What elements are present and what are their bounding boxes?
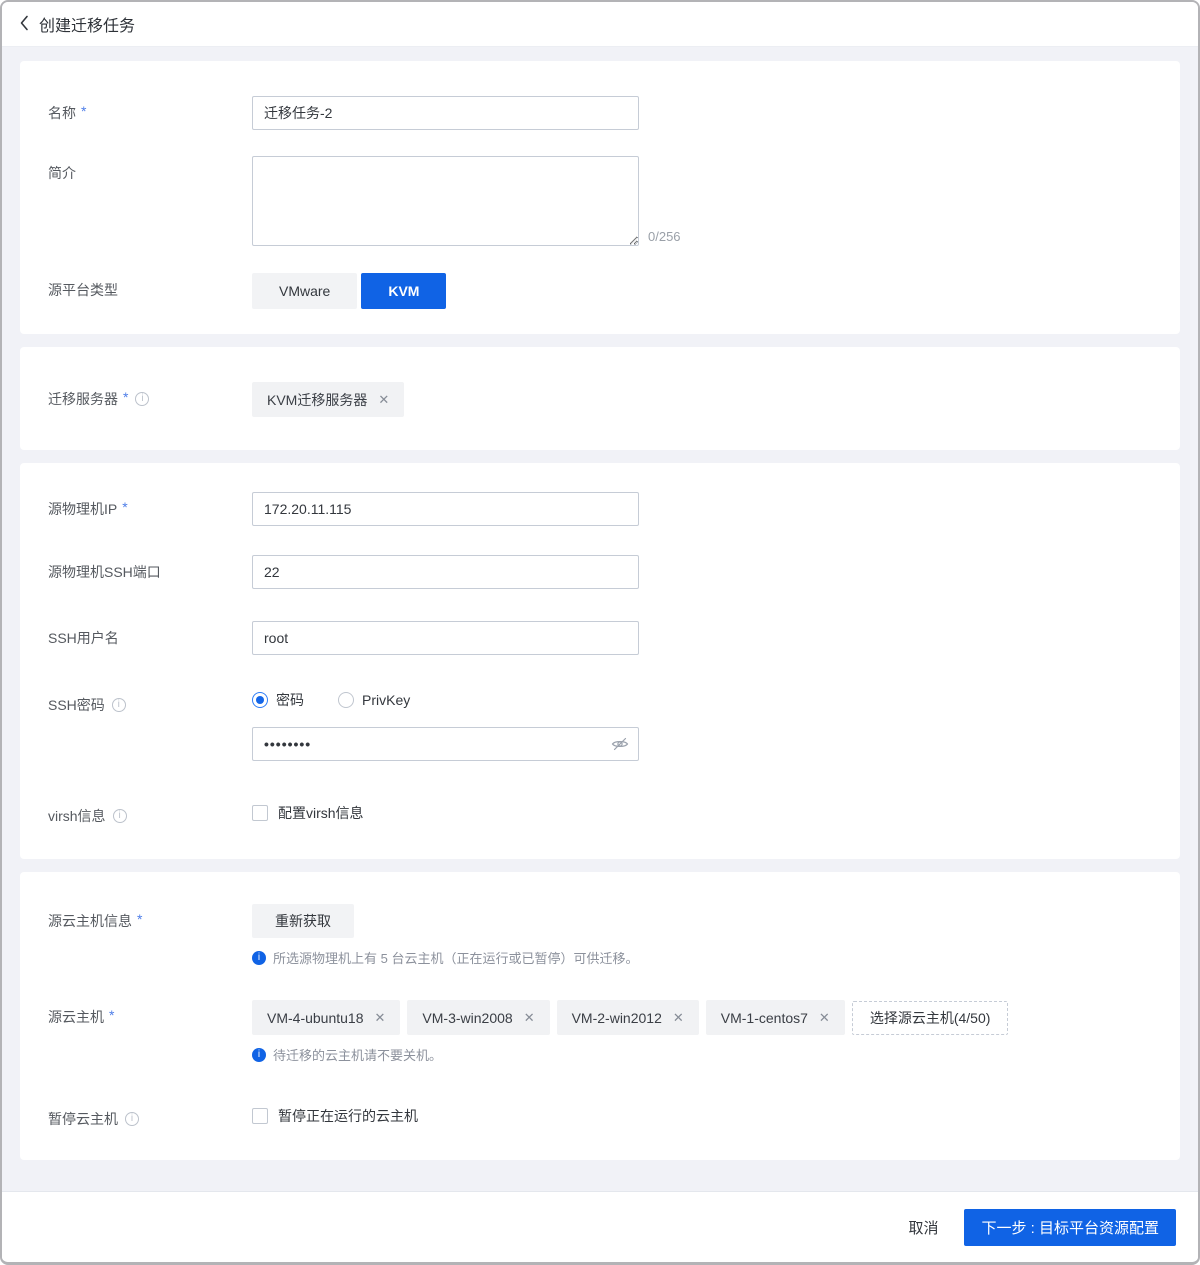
source-machine-card: 源物理机IP* 源物理机SSH端口 SSH用户名: [20, 463, 1180, 859]
close-icon[interactable]: ✕: [819, 1010, 830, 1026]
info-icon: i: [125, 1112, 139, 1126]
description-label: 简介: [48, 156, 252, 246]
migration-server-label: 迁移服务器* i: [48, 382, 252, 417]
radio-password[interactable]: [252, 692, 268, 708]
required-mark: *: [109, 1007, 114, 1023]
vm-info-row: 源云主机信息* 重新获取 i 所选源物理机上有 5 台云主机（正在运行或已暂停）…: [48, 904, 1152, 967]
pause-vm-row: 暂停云主机 i 暂停正在运行的云主机: [48, 1102, 1152, 1129]
ssh-port-input[interactable]: [252, 555, 639, 589]
platform-option-vmware[interactable]: VMware: [252, 273, 357, 309]
migration-server-card: 迁移服务器* i KVM迁移服务器 ✕: [20, 347, 1180, 450]
vm-tag: VM-4-ubuntu18 ✕: [252, 1000, 400, 1035]
create-migration-task-page: 创建迁移任务 名称* 简介 0/256: [0, 0, 1200, 1265]
required-mark: *: [123, 389, 128, 405]
source-ip-label: 源物理机IP*: [48, 492, 252, 526]
close-icon[interactable]: ✕: [673, 1010, 684, 1026]
form-content: 名称* 简介 0/256 源平台类型: [2, 47, 1198, 1173]
radio-password-label[interactable]: 密码: [276, 690, 304, 710]
description-textarea[interactable]: [252, 156, 639, 246]
ssh-port-label: 源物理机SSH端口: [48, 555, 252, 589]
char-counter: 0/256: [648, 229, 681, 246]
info-icon: i: [113, 809, 127, 823]
name-label: 名称*: [48, 96, 252, 130]
platform-type-label: 源平台类型: [48, 273, 252, 309]
name-input[interactable]: [252, 96, 639, 130]
ssh-user-row: SSH用户名: [48, 621, 1152, 655]
radio-privkey[interactable]: [338, 692, 354, 708]
virsh-checkbox-row: 配置virsh信息: [252, 803, 1152, 823]
vm-count-tip: i 所选源物理机上有 5 台云主机（正在运行或已暂停）可供迁移。: [252, 948, 1152, 967]
platform-toggle-group: VMware KVM: [252, 273, 1152, 309]
cancel-button[interactable]: 取消: [898, 1209, 948, 1246]
pause-vm-checkbox[interactable]: [252, 1108, 268, 1124]
close-icon[interactable]: ✕: [378, 392, 389, 408]
virsh-checkbox-label[interactable]: 配置virsh信息: [278, 803, 364, 823]
vm-select-row: 源云主机* VM-4-ubuntu18 ✕ VM-3-win2008 ✕: [48, 1000, 1152, 1064]
required-mark: *: [137, 911, 142, 927]
vm-tags-line: VM-4-ubuntu18 ✕ VM-3-win2008 ✕ VM-2-win2…: [252, 1000, 1152, 1035]
chevron-left-icon: [19, 15, 29, 34]
source-ip-input[interactable]: [252, 492, 639, 526]
password-field-wrap: [252, 727, 639, 761]
close-icon[interactable]: ✕: [524, 1010, 535, 1026]
info-filled-icon: i: [252, 951, 266, 965]
migration-server-row: 迁移服务器* i KVM迁移服务器 ✕: [48, 382, 1152, 417]
required-mark: *: [81, 103, 86, 119]
ssh-password-input[interactable]: [252, 727, 639, 761]
migration-server-tag: KVM迁移服务器 ✕: [252, 382, 404, 417]
source-ip-row: 源物理机IP*: [48, 492, 1152, 526]
pause-vm-checkbox-label[interactable]: 暂停正在运行的云主机: [278, 1106, 418, 1126]
vm-tag: VM-3-win2008 ✕: [407, 1000, 549, 1035]
platform-type-row: 源平台类型 VMware KVM: [48, 273, 1152, 309]
page-header: 创建迁移任务: [2, 2, 1198, 47]
virsh-label: virsh信息 i: [48, 799, 252, 826]
back-button[interactable]: [19, 15, 29, 34]
page-title: 创建迁移任务: [39, 12, 135, 36]
close-icon[interactable]: ✕: [375, 1010, 386, 1026]
description-row: 简介 0/256: [48, 156, 1152, 246]
pause-checkbox-row: 暂停正在运行的云主机: [252, 1106, 1152, 1126]
next-step-button[interactable]: 下一步 : 目标平台资源配置: [964, 1209, 1176, 1246]
required-mark: *: [122, 499, 127, 515]
ssh-port-row: 源物理机SSH端口: [48, 555, 1152, 589]
ssh-password-label: SSH密码 i: [48, 688, 252, 761]
info-icon: i: [135, 392, 149, 406]
refresh-button[interactable]: 重新获取: [252, 904, 354, 938]
vm-info-label: 源云主机信息*: [48, 904, 252, 967]
vm-tag: VM-2-win2012 ✕: [557, 1000, 699, 1035]
password-type-radio-group: 密码 PrivKey: [252, 690, 1152, 710]
virsh-checkbox[interactable]: [252, 805, 268, 821]
ssh-user-label: SSH用户名: [48, 621, 252, 655]
pause-vm-label: 暂停云主机 i: [48, 1102, 252, 1129]
vm-select-label: 源云主机*: [48, 1000, 252, 1064]
vm-tag: VM-1-centos7 ✕: [706, 1000, 845, 1035]
info-icon: i: [112, 698, 126, 712]
ssh-user-input[interactable]: [252, 621, 639, 655]
select-vm-button[interactable]: 选择源云主机(4/50): [852, 1001, 1009, 1035]
vm-keep-on-tip: i 待迁移的云主机请不要关机。: [252, 1045, 1152, 1064]
info-filled-icon: i: [252, 1048, 266, 1062]
virsh-row: virsh信息 i 配置virsh信息: [48, 799, 1152, 826]
page-footer: 取消 下一步 : 目标平台资源配置: [2, 1191, 1198, 1262]
platform-option-kvm[interactable]: KVM: [361, 273, 446, 309]
eye-off-icon[interactable]: [610, 735, 630, 753]
ssh-password-row: SSH密码 i 密码 PrivKey: [48, 688, 1152, 761]
radio-privkey-label[interactable]: PrivKey: [362, 692, 410, 708]
basic-info-card: 名称* 简介 0/256 源平台类型: [20, 61, 1180, 334]
name-row: 名称*: [48, 96, 1152, 130]
source-vms-card: 源云主机信息* 重新获取 i 所选源物理机上有 5 台云主机（正在运行或已暂停）…: [20, 872, 1180, 1160]
